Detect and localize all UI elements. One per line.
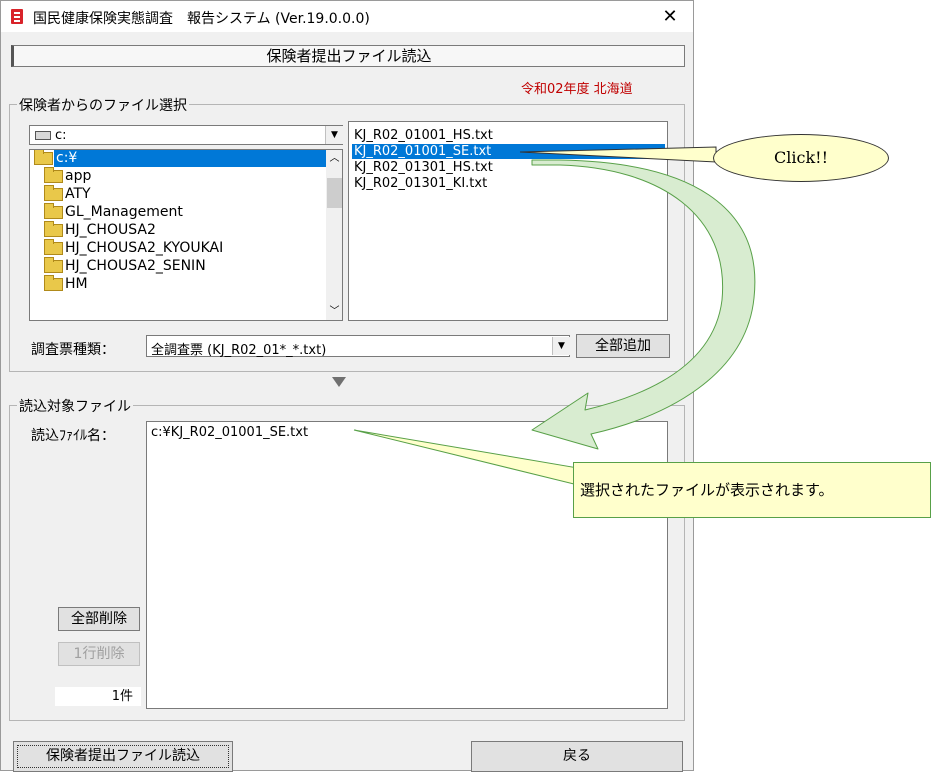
curved-arrow-icon <box>531 159 756 450</box>
annotation-overlay <box>353 146 756 486</box>
display-note-pointer <box>353 429 579 486</box>
display-note-callout: 選択されたファイルが表示されます。 <box>573 462 931 518</box>
click-callout: Click!! <box>713 134 889 182</box>
